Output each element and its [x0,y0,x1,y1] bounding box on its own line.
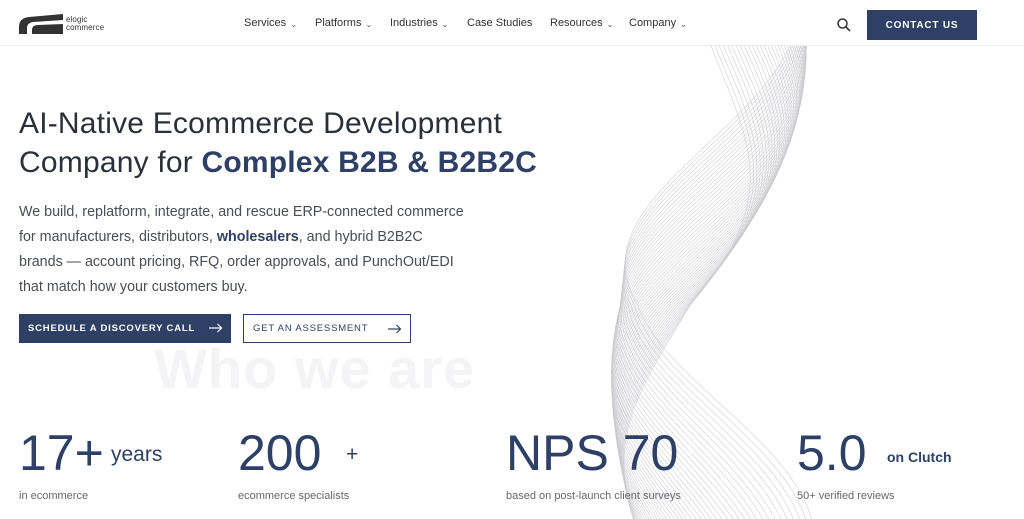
nav-label: Industries [390,17,438,29]
button-label: GET AN ASSESSMENT [253,323,369,334]
chevron-down-icon: ⌄ [290,20,297,29]
get-assessment-button[interactable]: GET AN ASSESSMENT [243,314,411,343]
stat-specialists-label: ecommerce specialists [238,490,350,502]
nav-item-services[interactable]: Services ⌄ [244,17,297,29]
chevron-down-icon: ⌄ [365,20,373,29]
nav-item-company[interactable]: Company ⌄ [629,17,687,29]
chevron-down-icon: ⌄ [441,20,449,29]
chevron-down-icon: ⌄ [680,20,687,29]
schedule-discovery-call-button[interactable]: SCHEDULE A DISCOVERY CALL [19,314,231,343]
stat-clutch-value: 5.0 [797,425,867,481]
headline-emphasis: Complex B2B & B2B2C [201,146,538,179]
chevron-down-icon: ⌄ [606,20,614,29]
brand-line2: commerce [66,23,105,32]
stat-specialists-value: 200 [238,425,322,481]
stat-clutch-label: 50+ verified reviews [797,490,895,502]
stat-nps-label: based on post-launch client surveys [506,490,681,502]
stat-years-label: in ecommerce [19,490,89,502]
button-label: SCHEDULE A DISCOVERY CALL [28,323,196,334]
stat-years-value: 17+ [19,425,104,481]
description-emphasis[interactable]: wholesalers [217,229,299,245]
site-header: elogic commerce Services ⌄ Platforms ⌄ Ind… [0,0,1024,46]
stat-specialists-suffix: + [346,443,359,466]
nav-label: Resources [550,17,603,29]
contact-us-button[interactable]: CONTACT US [867,10,977,40]
brand-logo[interactable]: elogic commerce [19,13,119,35]
nav-item-case-studies[interactable]: Case Studies [467,17,532,29]
nav-label: Company [629,17,677,29]
arrow-right-icon [209,323,223,333]
headline-line-1: AI-Native Ecommerce Development [19,107,503,140]
brand-wordmark: elogic commerce [66,15,105,33]
nav-item-resources[interactable]: Resources ⌄ [550,17,613,29]
arrow-right-icon [388,324,402,334]
hero-headline: AI-Native Ecommerce Development Company … [19,104,537,182]
hero-description: We build, replatform, integrate, and res… [19,200,469,300]
hero-section: Who we are AI-Native Ecommerce Developme… [0,46,1024,519]
headline-line-2: Company for Complex B2B & B2B2C [19,143,537,182]
stat-nps-value: NPS 70 [506,425,679,481]
stat-years-suffix: years [111,443,163,466]
nav-label: Case Studies [467,17,533,29]
ghost-section-heading: Who we are [154,337,476,400]
search-icon[interactable] [836,17,852,33]
logo-mark-icon [19,14,63,34]
nav-item-industries[interactable]: Industries ⌄ [390,17,448,29]
headline-plain: Company for [19,146,202,179]
nav-item-platforms[interactable]: Platforms ⌄ [315,17,372,29]
nav-label: Services [244,17,287,29]
nav-label: Platforms [315,17,362,29]
stat-clutch-suffix: on Clutch [887,449,952,465]
